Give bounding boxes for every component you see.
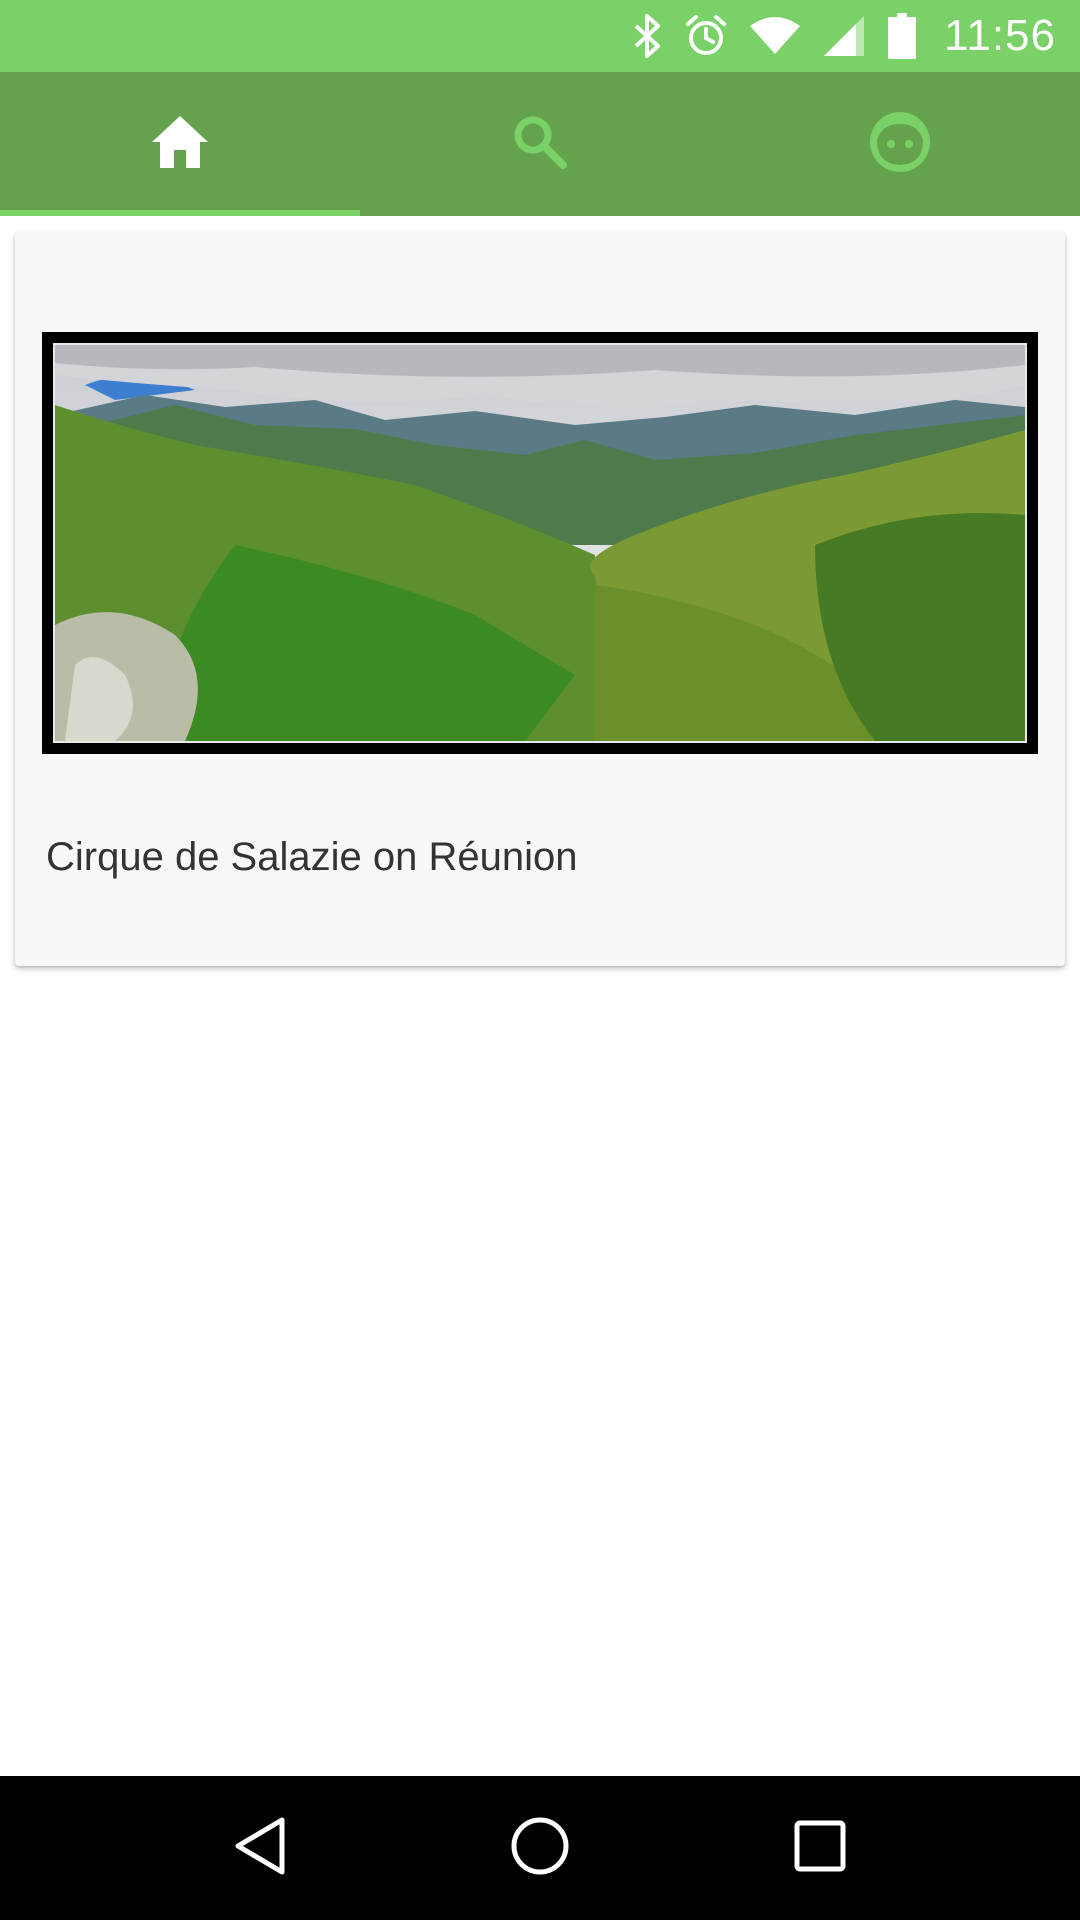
content-card[interactable]: Cirque de Salazie on Réunion [15,231,1065,966]
battery-icon [888,13,917,59]
back-icon [232,1816,288,1881]
back-button[interactable] [200,1788,320,1908]
card-title: Cirque de Salazie on Réunion [46,835,578,879]
signal-icon [822,14,866,58]
recents-button[interactable] [760,1788,880,1908]
landscape-image [53,343,1027,743]
search-icon [512,114,568,175]
recents-icon [793,1819,847,1878]
bluetooth-icon [632,14,662,58]
tab-profile[interactable] [720,72,1080,216]
tab-bar [0,72,1080,216]
tab-selected-indicator [0,210,360,216]
home-circle-icon [510,1816,570,1881]
home-icon [150,114,210,175]
tab-home[interactable] [0,72,360,216]
face-icon [868,110,932,179]
tab-search[interactable] [360,72,720,216]
status-bar: 11:56 [0,0,1080,72]
card-image[interactable] [42,332,1038,754]
system-nav-bar [0,1776,1080,1920]
home-button[interactable] [480,1788,600,1908]
wifi-icon [750,16,801,56]
alarm-icon [684,14,728,58]
status-icons: 11:56 [632,0,1056,72]
status-time: 11:56 [944,11,1056,60]
